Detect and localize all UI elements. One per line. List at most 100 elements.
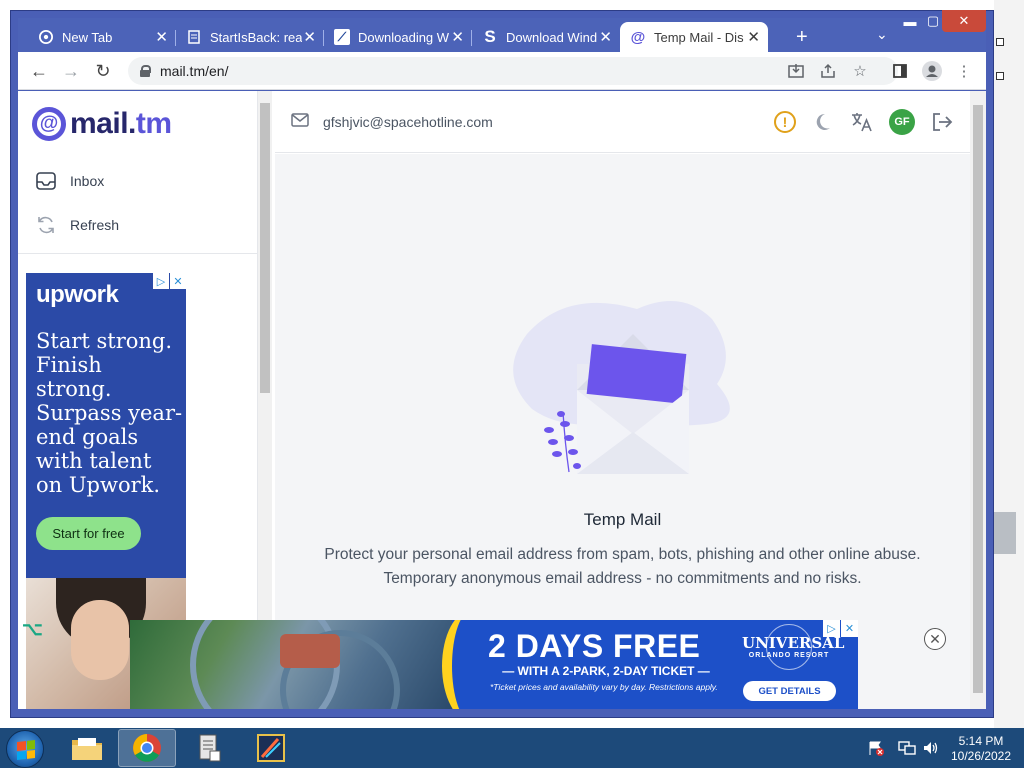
windows-logo-icon (17, 740, 35, 760)
network-icon[interactable] (898, 740, 916, 759)
system-clock[interactable]: 5:14 PM 10/26/2022 (944, 734, 1018, 764)
scrollbar-thumb[interactable] (260, 103, 270, 393)
sidebar-item-label: Refresh (70, 217, 120, 233)
tab-downloading[interactable]: ⟋ Downloading W ✕ (324, 22, 472, 52)
universal-banner-ad[interactable]: 2 DAYS FREE — WITH A 2-PARK, 2-DAY TICKE… (130, 620, 858, 709)
tab-close-icon[interactable]: ✕ (451, 28, 464, 46)
clock-date: 10/26/2022 (950, 749, 1012, 763)
background-window-edge (994, 0, 1024, 728)
file-explorer-taskbar-button[interactable] (58, 729, 116, 767)
address-url: mail.tm/en/ (160, 63, 229, 79)
tab-title: New Tab (62, 29, 113, 45)
universal-brand-sub: ORLANDO RESORT (748, 652, 830, 659)
tab-title: Temp Mail - Dis (654, 29, 744, 45)
background-checkbox (996, 38, 1004, 46)
brand-name: mail.tm (70, 107, 172, 141)
tab-close-icon[interactable]: ✕ (747, 28, 760, 46)
minimize-button[interactable]: ▬ (898, 10, 922, 32)
installer-taskbar-button[interactable] (180, 729, 238, 767)
tab-title: Downloading W (358, 29, 450, 45)
tab-close-icon[interactable]: ✕ (599, 28, 612, 46)
ad-info-icon[interactable]: ▷ (823, 620, 840, 637)
tab-temp-mail[interactable]: @ Temp Mail - Dis ✕ (620, 22, 768, 52)
dark-mode-moon-icon[interactable] (813, 109, 839, 135)
ad-info-icon[interactable]: ▷ (153, 273, 169, 289)
sidebar-item-inbox[interactable]: Inbox (36, 171, 104, 191)
tab-search-button[interactable]: ⌄ (876, 26, 888, 43)
refresh-icon (36, 215, 56, 235)
close-window-button[interactable]: ✕ (942, 10, 986, 32)
user-avatar[interactable]: GF (889, 109, 915, 135)
tab-title: StartIsBack: rea (210, 29, 302, 45)
sidebar-item-refresh[interactable]: Refresh (36, 215, 119, 235)
logout-icon[interactable] (929, 109, 955, 135)
inbox-icon (36, 171, 56, 191)
menu-dots-icon[interactable]: ⋮ (954, 61, 974, 81)
upwork-cta-button[interactable]: Start for free (36, 517, 141, 550)
share-icon[interactable] (818, 61, 838, 81)
lock-icon (140, 65, 151, 77)
back-button[interactable]: ← (28, 60, 50, 82)
action-center-flag-icon[interactable] (868, 740, 884, 759)
empty-inbox-illustration (513, 301, 730, 474)
ad-close-icon[interactable]: ✕ (170, 273, 186, 289)
web-page: @ mail.tm Inbox Refresh ▷ ✕ upwork Start… (18, 91, 986, 709)
translate-icon[interactable] (849, 109, 875, 135)
main-scrollbar[interactable] (970, 91, 986, 709)
bookmark-star-icon[interactable]: ☆ (850, 61, 870, 81)
tab-startisback[interactable]: StartIsBack: rea ✕ (176, 22, 324, 52)
document-icon (186, 29, 202, 45)
tab-close-icon[interactable]: ✕ (155, 28, 168, 46)
side-panel-icon[interactable] (890, 61, 910, 81)
sidebar-item-label: Inbox (70, 173, 105, 189)
scrollbar-thumb[interactable] (973, 105, 983, 693)
sidebar: @ mail.tm Inbox Refresh ▷ ✕ upwork Start… (18, 91, 258, 709)
chrome-icon (133, 734, 161, 762)
reload-button[interactable]: ↻ (92, 60, 114, 82)
email-address[interactable]: gfshjvic@spacehotline.com (323, 114, 493, 130)
upwork-logo: upwork (36, 281, 119, 308)
ad-close-icon[interactable]: ✕ (841, 620, 858, 637)
coaster-photo (130, 620, 452, 709)
tab-new-tab[interactable]: New Tab ✕ (28, 22, 176, 52)
warning-icon[interactable]: ! (774, 111, 796, 133)
chrome-taskbar-button[interactable] (118, 729, 176, 767)
get-details-button[interactable]: GET DETAILS (743, 681, 836, 701)
page-description: Protect your personal email address from… (324, 546, 921, 587)
sidebar-divider (18, 253, 258, 254)
ad-choices-badges: ▷ ✕ (822, 620, 858, 637)
ad-headline: 2 DAYS FREE (488, 628, 701, 664)
tab-strip: New Tab ✕ StartIsBack: rea ✕ ⟋ Downloadi… (18, 18, 986, 52)
mail-tm-logo[interactable]: @ mail.tm (32, 107, 172, 141)
at-icon: @ (630, 28, 646, 46)
background-checkbox (996, 72, 1004, 80)
s-logo-icon: S (484, 27, 496, 46)
download-site-icon: ⟋ (334, 29, 350, 45)
chrome-icon (38, 29, 54, 45)
upwork-ad-copy: Start strong. Finish strong. Surpass yea… (36, 329, 183, 497)
maximize-button[interactable]: ▢ (922, 10, 944, 32)
volume-icon[interactable] (922, 740, 940, 759)
mail-header: gfshjvic@spacehotline.com ! GF (275, 91, 970, 153)
tab-download-windows[interactable]: S Download Wind ✕ (472, 22, 620, 52)
installer-icon (199, 734, 221, 762)
address-bar[interactable]: mail.tm/en/ (128, 57, 898, 85)
colorful-app-icon (257, 734, 285, 762)
envelope-icon (291, 113, 309, 132)
tab-title: Download Wind (506, 29, 598, 45)
leaf-icon[interactable]: ⌥ (22, 619, 43, 640)
forward-button[interactable]: → (60, 60, 82, 82)
start-button[interactable] (6, 730, 44, 768)
sidebar-scrollbar[interactable] (258, 91, 272, 709)
brand-prefix: mail. (70, 107, 136, 140)
ad-fine-print: *Ticket prices and availability vary by … (490, 682, 718, 692)
install-app-icon[interactable] (786, 61, 806, 81)
folder-icon (72, 738, 102, 760)
tab-close-icon[interactable]: ✕ (303, 28, 316, 46)
new-tab-button[interactable]: + (796, 26, 808, 49)
profile-icon[interactable] (922, 61, 942, 81)
ad-subline: — WITH A 2-PARK, 2-DAY TICKET — (502, 664, 710, 678)
app-taskbar-button[interactable] (242, 729, 300, 767)
close-ad-button[interactable]: ✕ (924, 628, 946, 650)
background-block (994, 512, 1016, 554)
